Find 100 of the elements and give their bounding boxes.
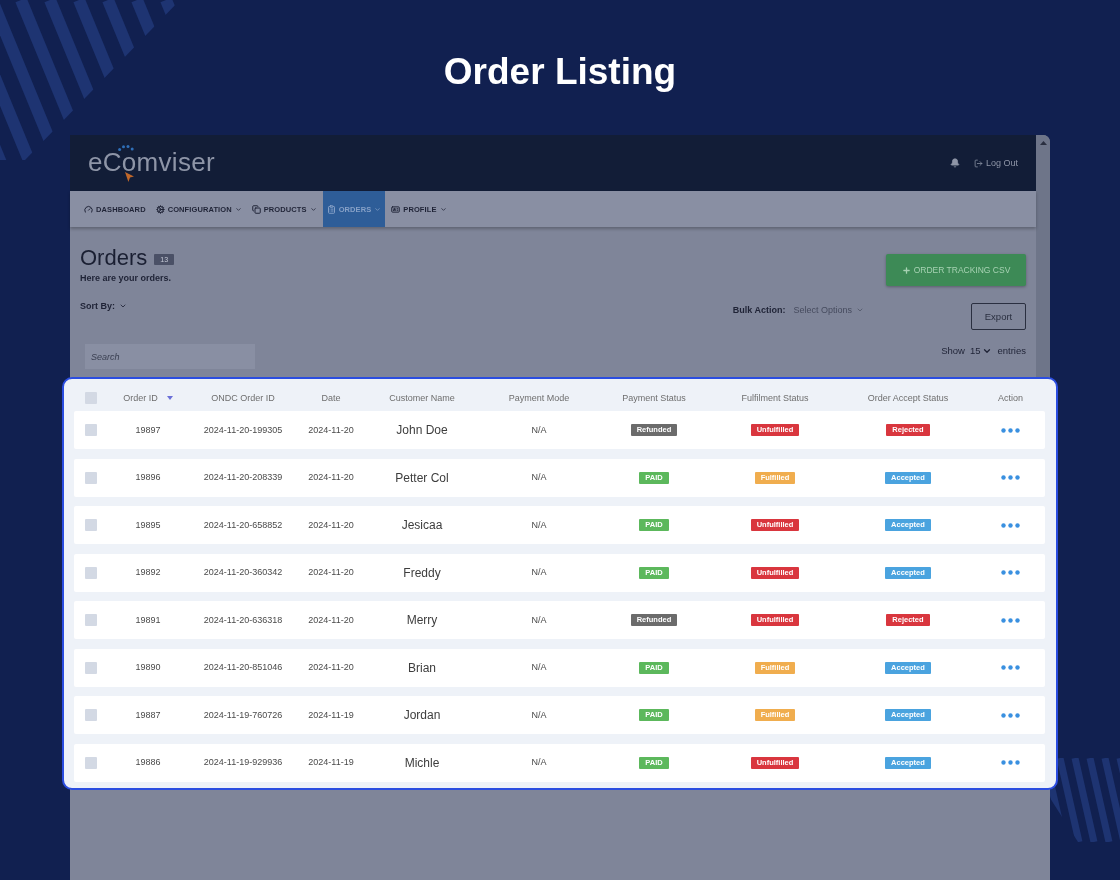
row-actions-button[interactable] [1001,712,1020,718]
checkbox[interactable] [85,756,97,769]
checkbox[interactable] [85,661,97,674]
clipboard-icon [326,204,336,214]
column-header: ONDC Order ID [211,392,275,404]
table-cell: N/A [531,662,547,673]
more-icon [1001,570,1020,575]
checkbox[interactable] [85,709,97,721]
row-actions-button[interactable] [1001,475,1020,480]
scroll-up-icon[interactable] [1039,141,1047,145]
checkbox[interactable] [85,519,97,531]
bell-icon[interactable] [949,158,960,168]
row-actions-button[interactable] [1001,665,1020,670]
table-cell: Merry [406,613,438,627]
table-cell: N/A [531,519,547,531]
checkbox[interactable] [85,471,97,484]
orders-subtitle: Here are your orders. [80,273,172,284]
order-tracking-csv-button[interactable]: ORDER TRACKING CSV [886,254,1026,286]
table-cell: N/A [531,709,547,721]
table-cell: 2024-11-19 [308,757,354,768]
table-cell: Freddy [403,565,441,580]
row-actions-button[interactable] [1001,427,1020,433]
table-cell: 2024-11-19-760726 [203,709,283,721]
table-cell: N/A [531,567,547,578]
page-title: Order Listing [443,50,677,94]
checkbox[interactable] [85,424,97,436]
table-cell: 19886 [135,757,161,768]
table-cell: 2024-11-20 [308,567,354,578]
sort-descending-icon[interactable] [166,396,173,400]
chevron-down-icon [119,302,127,310]
bulk-action-label: Bulk Action: [732,304,786,316]
table-cell: Brian [408,660,436,675]
row-actions-button[interactable] [1001,522,1020,528]
plus-icon [901,265,911,275]
copy-icon [251,204,261,214]
column-header: Action [998,392,1023,404]
id-card-icon [391,204,401,214]
table-cell: John Doe [396,423,448,437]
table-cell: 2024-11-20 [308,614,354,626]
table-cell: N/A [531,757,547,768]
checkbox[interactable] [85,392,97,404]
row-actions-button[interactable] [1001,760,1020,765]
scrollbar[interactable] [1036,135,1050,377]
table-cell: N/A [531,614,547,626]
logout-link[interactable]: Log Out [973,158,1018,168]
table-cell: 19896 [135,472,161,483]
orders-title: Orders [80,245,148,271]
table-cell: 2024-11-20-199305 [203,424,283,436]
table-cell: 19897 [135,424,161,436]
entries-label: entries [997,345,1026,357]
search-field[interactable]: Search [85,344,255,369]
table-cell: 2024-11-20-851046 [203,662,283,673]
export-button[interactable]: Export [971,303,1026,330]
column-header: Payment Status [622,392,686,404]
table-cell: 2024-11-20-658852 [203,519,283,531]
table-cell: Petter Col [395,470,449,485]
row-actions-button[interactable] [1001,617,1020,623]
checkbox[interactable] [85,614,97,626]
more-icon [1001,475,1020,480]
more-icon [1001,427,1020,433]
table-cell: N/A [531,424,547,436]
table-cell: Jordan [403,708,441,722]
table-cell: 2024-11-20 [308,472,354,483]
table-cell: Jesicaa [401,518,443,532]
column-header: Date [321,392,341,404]
table-cell: 2024-11-19-929936 [203,757,283,768]
table-cell: 19891 [135,614,161,626]
more-icon [1001,522,1020,528]
table-cell: 2024-11-20 [308,424,354,436]
cursor-icon [125,171,134,182]
gauge-icon [84,204,93,214]
more-icon [1001,617,1020,623]
table-cell: Michle [404,755,440,770]
table-cell: 2024-11-19 [308,709,354,721]
table-cell: 19890 [135,662,161,673]
row-actions-button[interactable] [1001,570,1020,575]
show-label: Show [941,345,965,357]
entries-select[interactable]: 15 [969,345,993,357]
chevron-down-icon [856,306,864,314]
table-cell: 2024-11-20-208339 [203,472,283,483]
table-cell: 2024-11-20-636318 [203,614,283,626]
column-header: Fulfilment Status [741,392,809,404]
checkbox[interactable] [85,566,97,579]
more-icon [1001,760,1020,765]
logout-icon [973,158,983,168]
more-icon [1001,665,1020,670]
sort-dropdown[interactable]: Sort By: [80,300,127,312]
logo-text: eComviser [88,151,215,172]
column-header: Customer Name [389,392,455,404]
table-cell: 19887 [135,709,161,721]
gear-icon [155,204,165,214]
table-cell: 19895 [135,519,161,531]
table-cell: N/A [531,472,547,483]
table-cell: 19892 [135,567,161,578]
table-cell: 2024-11-20-360342 [203,567,283,578]
column-header: Payment Mode [508,392,570,404]
table-cell: 2024-11-20 [308,662,354,673]
column-header: Order Accept Status [867,392,949,404]
more-icon [1001,712,1020,718]
logo-dots-icon [118,144,134,151]
